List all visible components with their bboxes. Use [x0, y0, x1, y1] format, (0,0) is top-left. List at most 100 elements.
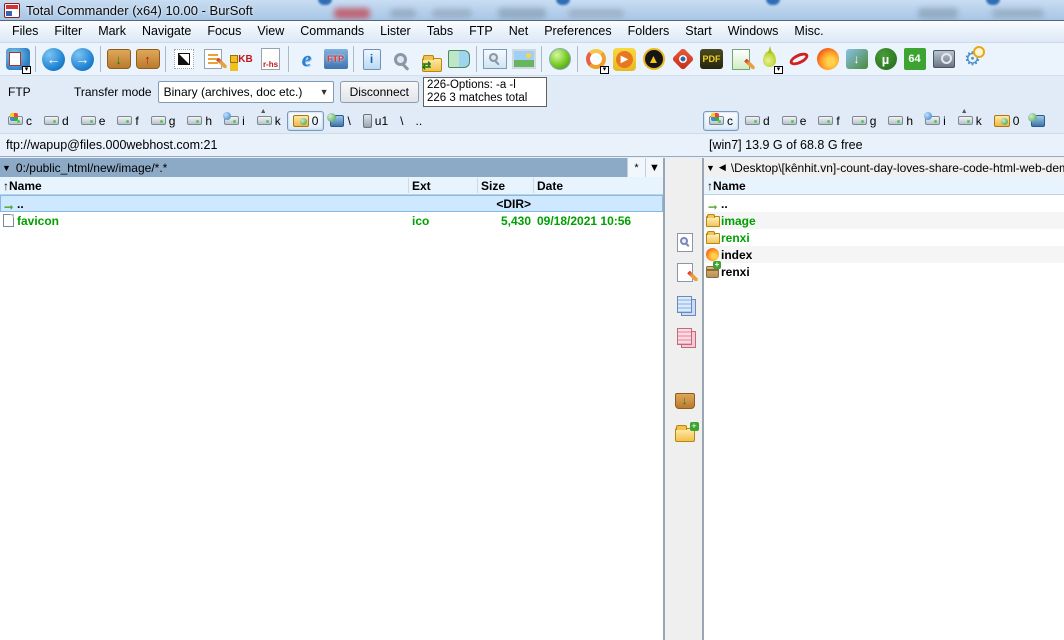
x64-app-icon[interactable]: 64	[900, 45, 929, 74]
menu-misc[interactable]: Misc.	[786, 22, 831, 41]
settings-search-icon[interactable]: ⚙	[958, 45, 987, 74]
menu-filter[interactable]: Filter	[46, 22, 90, 41]
drive-h-button[interactable]: h	[181, 111, 218, 131]
column-divider[interactable]	[533, 178, 534, 193]
network-root-button-right[interactable]	[1025, 112, 1051, 130]
view-file-icon[interactable]	[672, 230, 697, 255]
table-row-index[interactable]: index	[704, 246, 1064, 263]
drive-k-button-right[interactable]: k	[952, 111, 988, 131]
drive-d-button[interactable]: d	[38, 111, 75, 131]
droplet-tool-icon[interactable]	[755, 45, 784, 74]
ring-app-icon[interactable]	[581, 45, 610, 74]
invert-selection-icon[interactable]	[169, 45, 198, 74]
drive-g-button[interactable]: g	[145, 111, 182, 131]
back-icon[interactable]: ←	[39, 45, 68, 74]
column-divider[interactable]	[477, 178, 478, 193]
move-files-icon[interactable]	[672, 324, 697, 349]
copy-files-icon[interactable]	[672, 292, 697, 317]
menu-lister[interactable]: Lister	[372, 22, 419, 41]
menu-files[interactable]: Files	[4, 22, 46, 41]
pack-icon[interactable]: ↓	[104, 45, 133, 74]
menu-view[interactable]: View	[249, 22, 292, 41]
drive-g-button-right[interactable]: g	[846, 111, 883, 131]
pdf-reader-icon[interactable]: PDF	[697, 45, 726, 74]
left-panel-header[interactable]: ▼ 0:/public_html/new/image/*.* * ▼	[0, 158, 663, 177]
search-icon[interactable]	[386, 45, 415, 74]
image-viewer-icon[interactable]	[509, 45, 538, 74]
menu-start[interactable]: Start	[677, 22, 719, 41]
notepad-edit-icon[interactable]	[726, 45, 755, 74]
history-dropdown-button[interactable]: ▼	[645, 158, 663, 177]
column-header-name[interactable]: ↑Name	[707, 179, 746, 193]
menu-preferences[interactable]: Preferences	[536, 22, 619, 41]
table-row-renxi-archive[interactable]: renxi	[704, 263, 1064, 280]
device-u1-button[interactable]: u1	[357, 111, 394, 131]
program-menu-icon[interactable]	[3, 45, 32, 74]
table-row-updir[interactable]: → ..	[704, 195, 1064, 212]
menu-commands[interactable]: Commands	[292, 22, 372, 41]
drive-c-button[interactable]: c	[2, 111, 38, 131]
internet-explorer-icon[interactable]: e	[292, 45, 321, 74]
edit-file-icon[interactable]	[672, 260, 697, 285]
lister-icon[interactable]	[480, 45, 509, 74]
forward-icon[interactable]: →	[68, 45, 97, 74]
drive-f-button[interactable]: f	[111, 111, 144, 131]
transfer-mode-select[interactable]: Binary (archives, doc etc.) ▼	[158, 81, 334, 103]
media-play-icon[interactable]: ▶	[610, 45, 639, 74]
eye-viewer-icon[interactable]	[668, 45, 697, 74]
drive-f-button-right[interactable]: f	[812, 111, 845, 131]
menu-net[interactable]: Net	[501, 22, 536, 41]
kb-info-icon[interactable]: KB	[227, 45, 256, 74]
utorrent-icon[interactable]: µ	[871, 45, 900, 74]
drive-0-ftp-button[interactable]: 0	[287, 111, 325, 131]
column-header-name[interactable]: ↑Name	[3, 179, 42, 193]
drive-e-button[interactable]: e	[75, 111, 112, 131]
menu-folders[interactable]: Folders	[620, 22, 678, 41]
drive-i-button-right[interactable]: i	[919, 111, 952, 131]
column-header-date[interactable]: Date	[537, 179, 563, 193]
table-row-favicon[interactable]: favicon ico 5,430 09/18/2021 10:56	[0, 212, 663, 229]
drive-d-button-right[interactable]: d	[739, 111, 776, 131]
sync-dirs-icon[interactable]: ⇄	[415, 45, 444, 74]
pack-files-icon[interactable]: ↓	[672, 388, 697, 413]
network-root-button[interactable]: \	[324, 111, 356, 131]
menu-focus[interactable]: Focus	[199, 22, 249, 41]
file-info-icon[interactable]: i	[357, 45, 386, 74]
menu-navigate[interactable]: Navigate	[134, 22, 199, 41]
multi-rename-icon[interactable]	[198, 45, 227, 74]
firefox-icon[interactable]	[813, 45, 842, 74]
system-search-icon[interactable]	[929, 45, 958, 74]
drive-c-button-right[interactable]: c	[703, 111, 739, 131]
chevron-down-icon[interactable]: ▼	[704, 163, 717, 173]
menu-windows[interactable]: Windows	[720, 22, 787, 41]
drive-h-button-right[interactable]: h	[882, 111, 919, 131]
backslash-button[interactable]: \	[394, 111, 409, 131]
column-divider[interactable]	[408, 178, 409, 193]
drive-k-button[interactable]: k	[251, 111, 287, 131]
table-row-renxi-folder[interactable]: renxi	[704, 229, 1064, 246]
updir-button[interactable]: ..	[410, 111, 429, 131]
compare-icon[interactable]	[444, 45, 473, 74]
column-header-size[interactable]: Size	[481, 179, 505, 193]
red-pen-icon[interactable]	[784, 45, 813, 74]
column-header-ext[interactable]: Ext	[412, 179, 431, 193]
drive-e-button-right[interactable]: e	[776, 111, 813, 131]
avira-icon[interactable]: ▲	[639, 45, 668, 74]
green-status-icon[interactable]	[545, 45, 574, 74]
new-folder-icon[interactable]	[672, 420, 697, 445]
table-row-image[interactable]: image	[704, 212, 1064, 229]
unpack-icon[interactable]: ↑	[133, 45, 162, 74]
ftp-connect-icon[interactable]: FTP	[321, 45, 350, 74]
disconnect-button[interactable]: Disconnect	[340, 81, 419, 103]
drive-0-ftp-button-right[interactable]: 0	[988, 111, 1026, 131]
right-panel-header[interactable]: ▼ ◀ \Desktop\[kênhit.vn]-count-day-loves…	[704, 158, 1064, 177]
filter-star-button[interactable]: *	[627, 158, 645, 177]
menu-ftp[interactable]: FTP	[461, 22, 501, 41]
table-row-updir[interactable]: → .. <DIR>	[0, 195, 663, 212]
drive-i-button[interactable]: i	[218, 111, 251, 131]
idm-download-icon[interactable]: ↓	[842, 45, 871, 74]
menu-tabs[interactable]: Tabs	[419, 22, 461, 41]
chevron-down-icon[interactable]: ▼	[0, 163, 13, 173]
rhs-file-icon[interactable]: r-hs	[256, 45, 285, 74]
menu-mark[interactable]: Mark	[90, 22, 134, 41]
